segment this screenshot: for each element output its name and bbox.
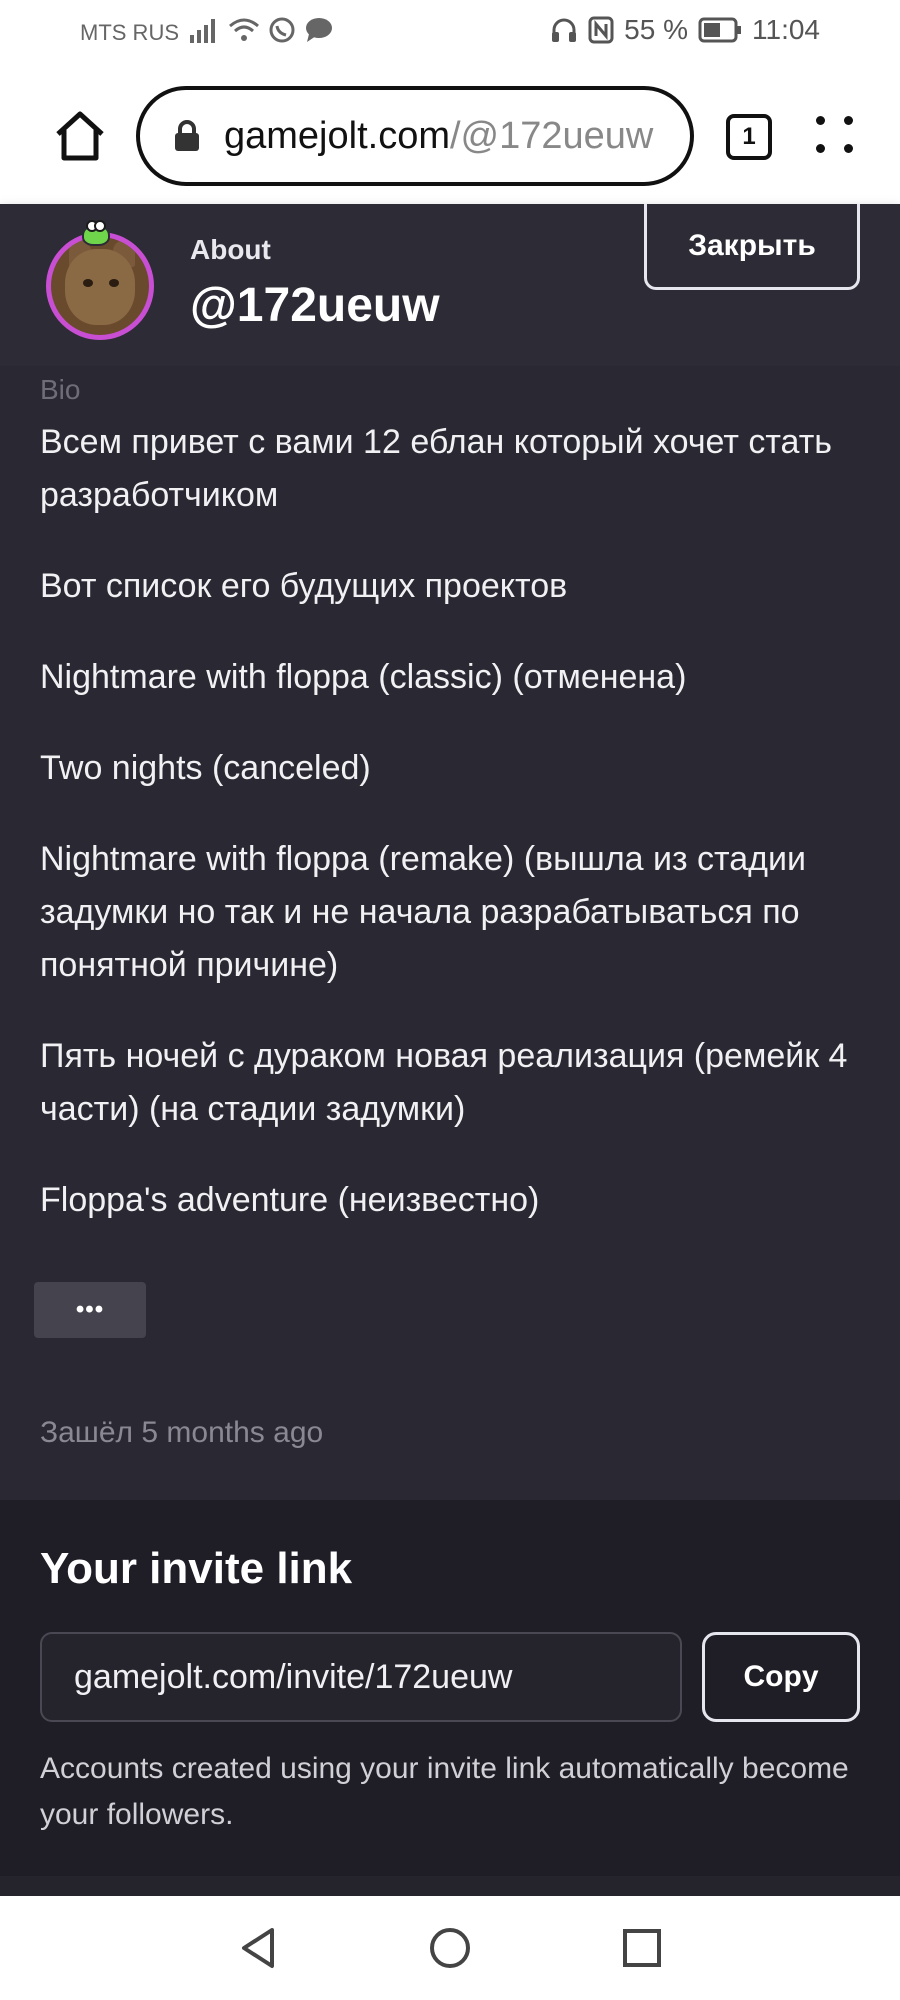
bio-paragraph: Всем привет с вами 12 еблан который хоче… [40,423,832,514]
bio-paragraph: Two nights (canceled) [40,749,371,787]
status-right: 55 % 11:04 [550,14,820,46]
close-button[interactable]: Закрыть [644,204,860,290]
wifi-icon [229,18,259,41]
whatsapp-icon [269,17,295,43]
tab-switcher-button[interactable]: 1 [726,114,772,160]
nfc-icon [588,16,614,44]
avatar[interactable] [46,232,154,340]
bio-text: Всем привет с вами 12 еблан который хоче… [40,416,860,1265]
frog-badge-icon [82,220,110,246]
battery-percent: 55 % [624,14,688,45]
carrier-name: MTS RUS [80,20,179,45]
clock: 11:04 [752,14,820,45]
back-icon[interactable] [228,1918,288,1978]
battery-icon [698,17,741,43]
invite-note: Accounts created using your invite link … [40,1752,849,1831]
about-label: About [190,234,271,265]
system-nav-bar [0,1896,900,2000]
last-seen-text: Зашёл 5 months ago [40,1416,324,1449]
username: @172ueuw [190,279,440,332]
home-circle-icon[interactable] [420,1918,480,1978]
profile-header: About @172ueuw Закрыть [0,204,900,366]
signal-icon [190,19,215,43]
address-bar[interactable]: gamejolt.com/@172ueuw [136,86,694,186]
bio-paragraph: Nightmare with floppa (remake) (вышла из… [40,840,806,984]
headphones-icon [552,18,577,42]
url-host: gamejolt.com [224,114,450,157]
show-more-button[interactable]: ••• [34,1282,146,1338]
bio-paragraph: Пять ночей с дураком новая реализация (р… [40,1037,848,1128]
status-left-icons [190,16,334,44]
bio-section: Bio Всем привет с вами 12 еблан который … [0,366,900,1500]
status-bar: MTS RUS 55 % 11:04 [0,0,900,68]
browser-menu-icon[interactable] [814,114,858,158]
recents-icon[interactable] [612,1918,672,1978]
url-path: /@172ueuw [449,114,654,157]
invite-section: Your invite link gamejolt.com/invite/172… [0,1500,900,1876]
copy-button[interactable]: Copy [702,1632,860,1722]
home-icon[interactable] [50,106,110,166]
bio-paragraph: Вот список его будущих проектов [40,567,568,605]
lock-icon [175,120,199,151]
message-icon [306,18,332,42]
invite-link-field[interactable]: gamejolt.com/invite/172ueuw [40,1632,682,1722]
bottom-divider [0,1876,900,1896]
browser-toolbar: gamejolt.com/@172ueuw 1 [0,68,900,204]
bio-label: Bio [40,374,81,405]
invite-title: Your invite link [40,1544,353,1593]
bio-paragraph: Floppa's adventure (неизвестно) [40,1181,540,1219]
bio-paragraph: Nightmare with floppa (classic) (отменен… [40,658,687,696]
